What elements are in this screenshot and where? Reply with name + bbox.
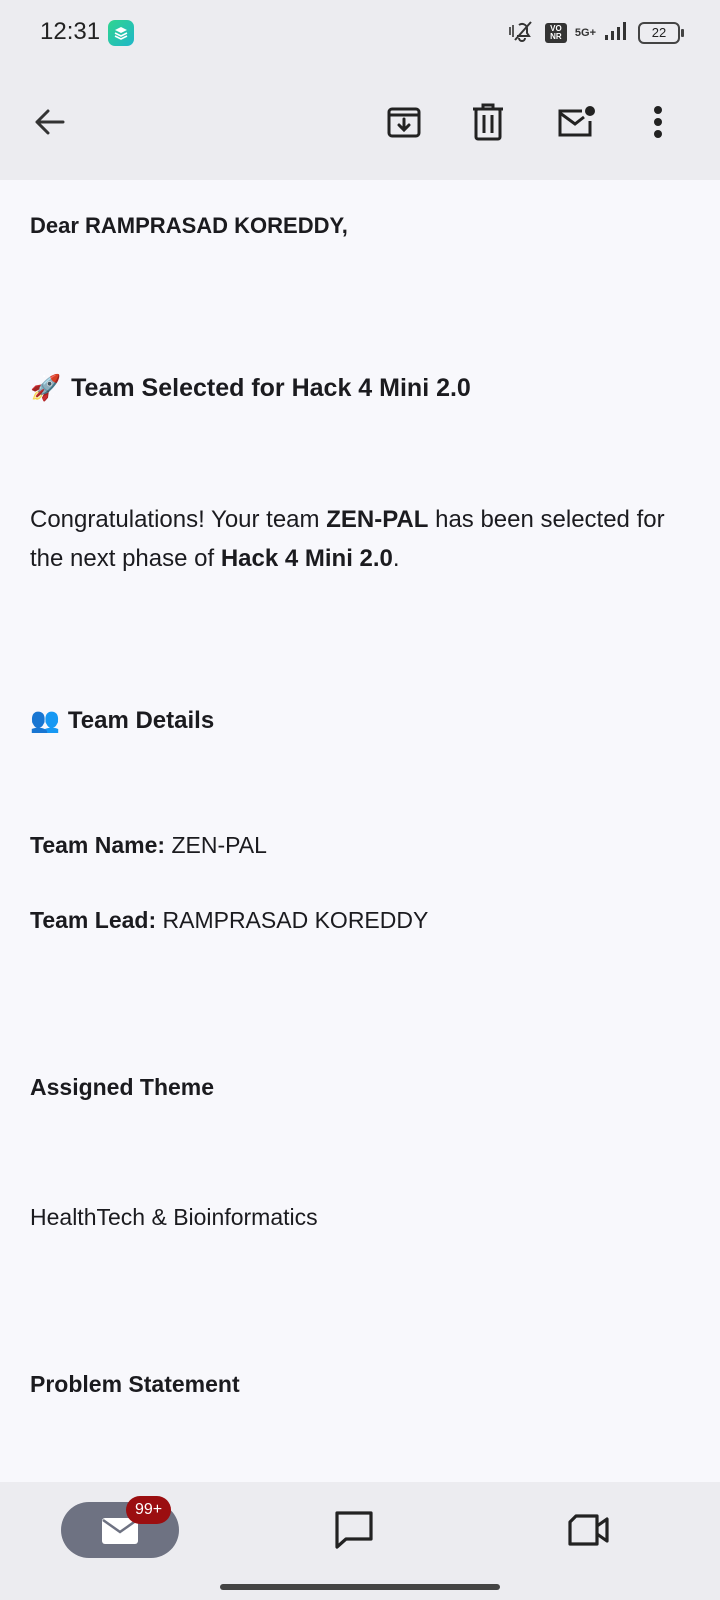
vonr-indicator: VO NR <box>544 23 567 43</box>
delete-button[interactable] <box>460 94 516 150</box>
back-button[interactable] <box>22 94 78 150</box>
battery-indicator: 22 <box>638 22 684 44</box>
mark-unread-icon <box>558 106 595 137</box>
bottom-navigation: 99+ <box>0 1482 720 1600</box>
team-details-heading-text: Team Details <box>67 706 215 734</box>
event-name-bold: Hack 4 Mini 2.0 <box>220 545 393 572</box>
back-arrow-icon <box>35 109 65 135</box>
meet-icon <box>568 1514 609 1546</box>
network-type: 5G+ <box>574 26 596 39</box>
team-name-bold: ZEN-PAL <box>326 506 429 533</box>
team-lead-label: Team Lead: <box>30 907 157 933</box>
team-name-row: Team Name: ZEN-PAL <box>30 832 267 859</box>
chat-tab[interactable] <box>328 1504 380 1556</box>
greeting: Dear RAMPRASAD KOREDDY, <box>30 213 348 238</box>
assigned-theme-value: HealthTech & Bioinformatics <box>30 1204 318 1230</box>
mark-unread-button[interactable] <box>548 94 604 150</box>
unread-count-badge: 99+ <box>126 1496 172 1524</box>
more-options-button[interactable] <box>630 94 686 150</box>
people-icon: 👥 <box>30 707 60 734</box>
chat-icon <box>335 1511 373 1549</box>
team-name-label: Team Name: <box>30 832 166 858</box>
team-details-heading: 👥 Team Details <box>30 706 214 735</box>
gesture-home-bar[interactable] <box>220 1584 500 1590</box>
congrats-text-1: Congratulations! Your team <box>30 506 327 533</box>
signal-icon <box>604 21 630 46</box>
rocket-icon: 🚀 <box>30 374 62 402</box>
selection-heading-text: Team Selected for Hack 4 Mini 2.0 <box>71 374 471 402</box>
selection-heading: 🚀 Team Selected for Hack 4 Mini 2.0 <box>30 374 471 403</box>
more-vert-icon <box>654 106 662 138</box>
meet-tab[interactable] <box>562 1504 614 1556</box>
archive-button[interactable] <box>376 94 432 150</box>
problem-statement-heading: Problem Statement <box>30 1371 240 1397</box>
app-notification-icon <box>108 20 134 46</box>
status-time: 12:31 <box>40 18 101 45</box>
congratulations-paragraph: Congratulations! Your team ZEN-PAL has b… <box>30 500 690 578</box>
archive-icon <box>387 107 421 138</box>
team-lead-row: Team Lead: RAMPRASAD KOREDDY <box>30 907 428 934</box>
assigned-theme-heading: Assigned Theme <box>30 1074 215 1100</box>
status-bar: 12:31 VO NR 5G+ 22 <box>0 0 720 64</box>
mute-vibrate-icon <box>507 18 537 49</box>
email-toolbar <box>0 64 720 180</box>
team-name-value: ZEN-PAL <box>165 832 267 858</box>
team-lead-value: RAMPRASAD KOREDDY <box>156 907 429 933</box>
congrats-text-3: . <box>392 545 400 572</box>
status-icons: VO NR 5G+ 22 <box>507 16 684 50</box>
delete-icon <box>473 103 503 141</box>
